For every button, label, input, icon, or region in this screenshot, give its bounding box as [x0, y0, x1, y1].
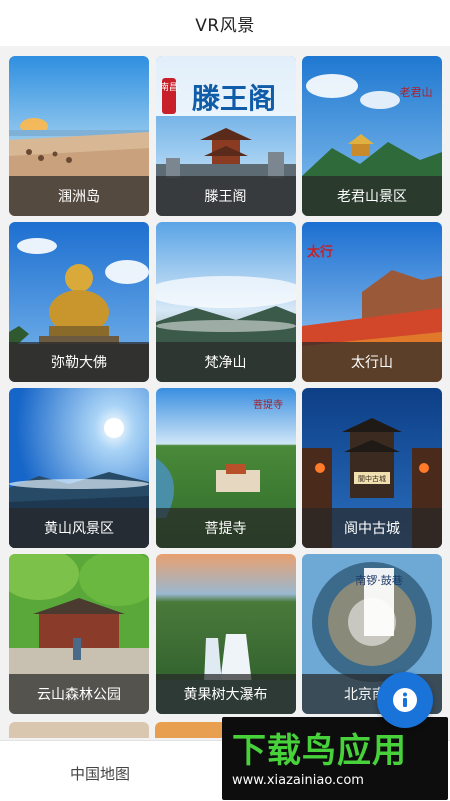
- scenery-card-label: 阆中古城: [302, 508, 442, 548]
- sign-text: 菩提寺: [253, 399, 283, 411]
- info-button[interactable]: [377, 672, 433, 728]
- sign-text: 太行: [306, 244, 333, 260]
- sign-text: 南锣·鼓巷: [355, 573, 403, 587]
- scenery-card-label: 菩提寺: [155, 508, 296, 548]
- scenery-card-label: 老君山景区: [302, 176, 442, 216]
- scenery-card-laojunshan[interactable]: 老君山 老君山景区: [302, 56, 442, 216]
- sign-text: 滕王阁: [191, 82, 275, 115]
- app-header: VR风景: [0, 0, 450, 46]
- scenery-card-huangguoshu[interactable]: 黄果树大瀑布: [155, 554, 296, 714]
- sign-text: 閬中古城: [358, 474, 386, 483]
- scenery-card-taihangshan[interactable]: 太行 太行山: [302, 222, 442, 382]
- scenery-card-peek-1: [9, 722, 149, 738]
- scenery-card-label: 黄果树大瀑布: [155, 674, 296, 714]
- scenery-card-label: 梵净山: [155, 342, 296, 382]
- scenery-card-maitreya[interactable]: 弥勒大佛: [9, 222, 149, 382]
- page-title: VR风景: [195, 15, 255, 36]
- scenery-card-label: 太行山: [302, 342, 442, 382]
- scenery-card-fanjingshan[interactable]: 梵净山: [155, 222, 296, 382]
- watermark-url: www.xiazainiao.com: [232, 773, 364, 788]
- scenery-card-weizhou[interactable]: 涠洲岛: [9, 56, 149, 216]
- scenery-card-label: 黄山风景区: [9, 508, 149, 548]
- info-icon: [393, 688, 417, 712]
- scenery-card-langzhong[interactable]: 閬中古城 阆中古城: [302, 388, 442, 548]
- scenery-card-label: 涠洲岛: [9, 176, 149, 216]
- scenery-card-label: 弥勒大佛: [9, 342, 149, 382]
- sign-badge: 南昌: [159, 81, 177, 93]
- tab-china-map[interactable]: 中国地图: [70, 763, 130, 784]
- scenery-card-label: 云山森林公园: [9, 674, 149, 714]
- scenery-card-label: 滕王阁: [155, 176, 296, 216]
- scenery-card-huangshan[interactable]: 黄山风景区: [9, 388, 149, 548]
- scenery-card-tengwang[interactable]: 南昌 滕王阁 滕王阁: [155, 56, 296, 216]
- scenery-card-puti-temple[interactable]: 菩提寺 菩提寺: [155, 388, 296, 548]
- watermark-banner: 下载鸟应用 www.xiazainiao.com: [222, 717, 448, 800]
- sign-text: 老君山: [400, 86, 433, 99]
- scenery-grid: 涠洲岛 南昌 滕王阁 滕王阁 老君山 老君山景区 弥勒大佛 梵净山 太行 太行山…: [9, 56, 442, 714]
- scenery-card-yunshan[interactable]: 云山森林公园: [9, 554, 149, 714]
- watermark-logo: 下载鸟应用: [232, 731, 407, 771]
